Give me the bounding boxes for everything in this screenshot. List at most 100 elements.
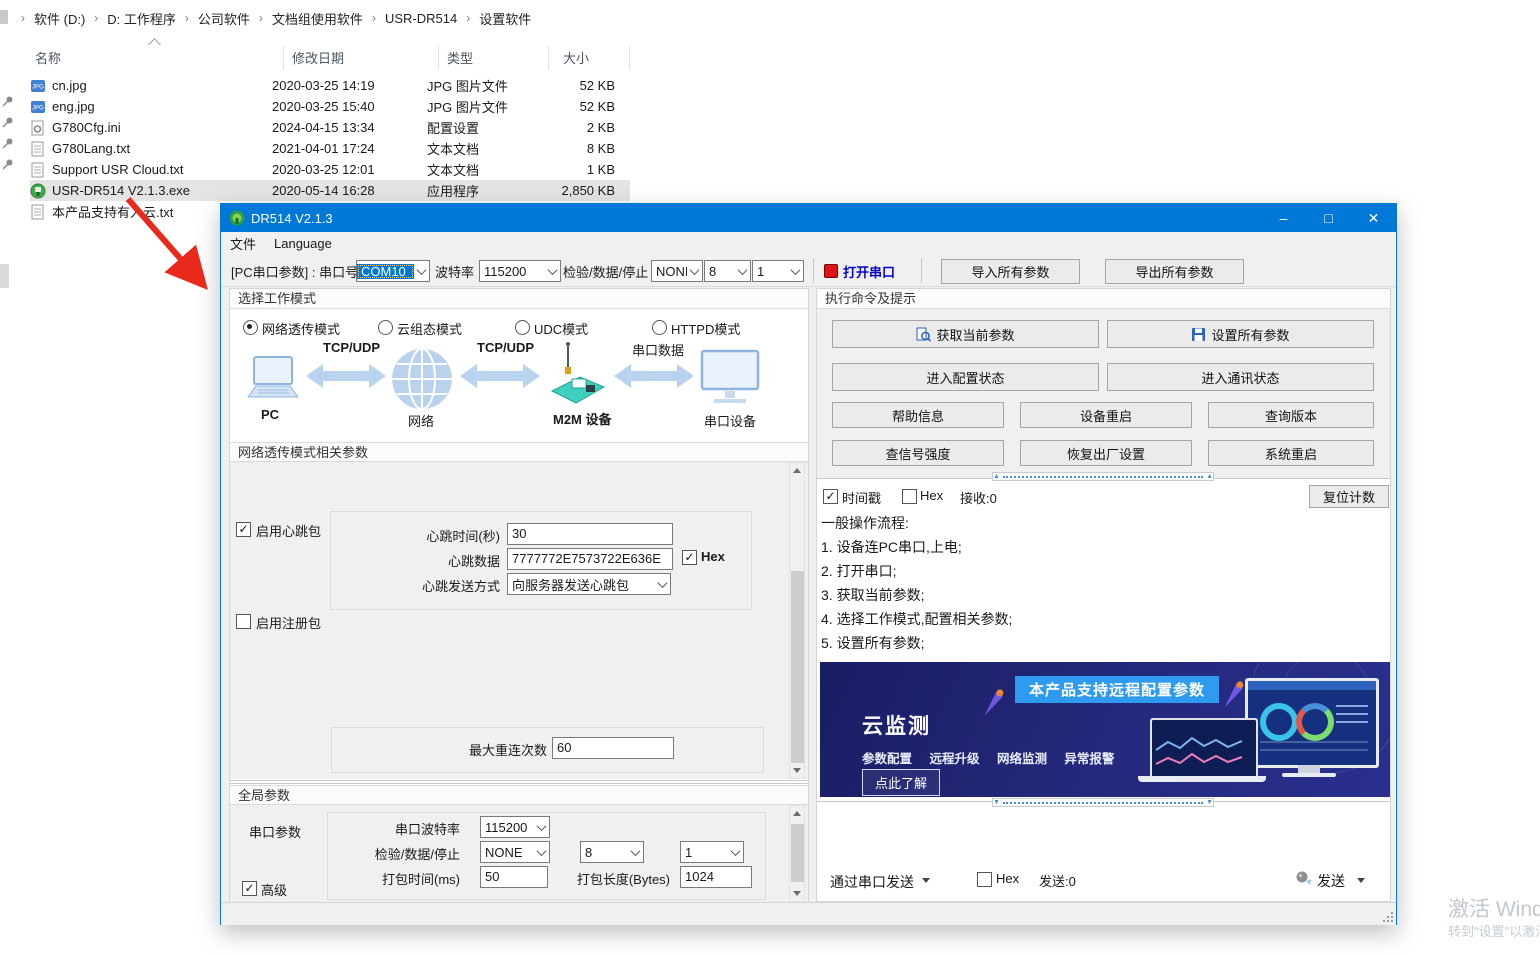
help-info-button[interactable]: 帮助信息: [832, 402, 1004, 428]
get-params-button[interactable]: 获取当前参数: [832, 320, 1099, 348]
device-restart-button[interactable]: 设备重启: [1020, 402, 1192, 428]
splitter-arrow-icon[interactable]: ▲: [1206, 473, 1213, 480]
column-header-name[interactable]: 名称: [35, 48, 61, 67]
hb-time-input[interactable]: 30: [507, 523, 673, 545]
advanced-label[interactable]: 高级: [261, 880, 287, 899]
column-header-date[interactable]: 修改日期: [292, 48, 344, 67]
scroll-up-icon[interactable]: [790, 463, 804, 478]
breadcrumb-item[interactable]: 设置软件: [477, 9, 533, 28]
send-button[interactable]: 发送: [1317, 871, 1345, 891]
column-divider[interactable]: [548, 46, 549, 70]
baud-select[interactable]: 115200: [479, 260, 561, 282]
timestamp-checkbox[interactable]: [823, 489, 838, 504]
breadcrumb-item[interactable]: USR-DR514: [383, 11, 459, 26]
scroll-down-icon[interactable]: [790, 886, 804, 901]
file-row-selected[interactable]: USR-DR514 V2.1.3.exe 2020-05-14 16:28 应用…: [30, 180, 630, 201]
set-params-button[interactable]: 设置所有参数: [1107, 320, 1374, 348]
query-version-button[interactable]: 查询版本: [1208, 402, 1374, 428]
file-row[interactable]: JPG cn.jpg 2020-03-25 14:19 JPG 图片文件 52 …: [30, 75, 630, 96]
radio-udc-mode[interactable]: [515, 320, 530, 335]
globals-scrollbar[interactable]: [789, 805, 805, 902]
pack-time-input[interactable]: 50: [480, 866, 548, 888]
radio-httpd-mode[interactable]: [652, 320, 667, 335]
heartbeat-enable-checkbox[interactable]: [236, 522, 251, 537]
breadcrumb-item[interactable]: 软件 (D:): [32, 9, 87, 28]
resize-grip[interactable]: [1383, 912, 1393, 922]
send-hex-label[interactable]: Hex: [996, 871, 1019, 886]
column-header-type[interactable]: 类型: [447, 48, 473, 67]
hb-data-input[interactable]: 7777772E7573722E636E: [507, 548, 673, 570]
breadcrumb-item[interactable]: 公司软件: [196, 9, 252, 28]
column-divider[interactable]: [629, 46, 630, 70]
cloud-monitor-banner[interactable]: 本产品支持远程配置参数 云监测 参数配置 远程升级 网络监测 异常报警 点此了解: [820, 662, 1390, 797]
close-button[interactable]: ✕: [1351, 204, 1396, 232]
sort-ascending-icon[interactable]: [148, 38, 161, 51]
splitter-arrow-icon[interactable]: ▼: [993, 799, 1000, 806]
scrollbar-thumb[interactable]: [791, 824, 804, 882]
export-params-button[interactable]: 导出所有参数: [1105, 259, 1244, 284]
chevron-down-icon[interactable]: [922, 878, 930, 883]
breadcrumb-item[interactable]: D: 工作程序: [105, 9, 178, 28]
enter-comm-button[interactable]: 进入通讯状态: [1107, 363, 1374, 391]
file-row[interactable]: G780Cfg.ini 2024-04-15 13:34 配置设置 2 KB: [30, 117, 630, 138]
max-reconnect-input[interactable]: 60: [552, 737, 674, 759]
global-baud-select[interactable]: 115200: [480, 816, 550, 838]
column-divider[interactable]: [438, 46, 439, 70]
chevron-down-icon[interactable]: [1357, 878, 1365, 883]
receive-hex-label[interactable]: Hex: [920, 488, 943, 503]
send-hex-checkbox[interactable]: [977, 872, 992, 887]
advanced-checkbox[interactable]: [242, 881, 257, 896]
panel-splitter[interactable]: [230, 783, 808, 784]
stopbits-select[interactable]: 1: [752, 260, 804, 282]
hb-mode-select[interactable]: 向服务器发送心跳包: [507, 573, 671, 595]
column-header-size[interactable]: 大小: [563, 48, 589, 67]
column-divider[interactable]: [283, 46, 284, 70]
banner-cta-button[interactable]: 点此了解: [862, 769, 940, 796]
scroll-up-icon[interactable]: [790, 806, 804, 821]
reset-counter-button[interactable]: 复位计数: [1309, 485, 1389, 508]
splitter-arrow-icon[interactable]: ▼: [1206, 799, 1213, 806]
menu-language[interactable]: Language: [265, 232, 341, 255]
file-row[interactable]: Support USR Cloud.txt 2020-03-25 12:01 文…: [30, 159, 630, 180]
minimize-button[interactable]: –: [1261, 204, 1306, 232]
radio-label[interactable]: HTTPD模式: [671, 319, 740, 338]
radio-label[interactable]: 云组态模式: [397, 319, 462, 338]
splitter-arrow-icon[interactable]: ▲: [993, 473, 1000, 480]
global-stopbits-select[interactable]: 1: [680, 841, 744, 863]
system-restart-button[interactable]: 系统重启: [1208, 440, 1374, 466]
radio-transparent-mode[interactable]: [243, 320, 258, 335]
scroll-down-icon[interactable]: [790, 763, 804, 778]
radio-label[interactable]: 网络透传模式: [262, 319, 340, 338]
factory-reset-button[interactable]: 恢复出厂设置: [1020, 440, 1192, 466]
hb-hex-checkbox[interactable]: [682, 550, 697, 565]
com-port-select[interactable]: COM10: [356, 260, 430, 282]
register-enable-label[interactable]: 启用注册包: [256, 613, 321, 632]
timestamp-label[interactable]: 时间戳: [842, 488, 881, 507]
title-bar[interactable]: DR514 V2.1.3 – □ ✕: [221, 204, 1396, 232]
maximize-button[interactable]: □: [1306, 204, 1351, 232]
register-enable-checkbox[interactable]: [236, 614, 251, 629]
import-params-button[interactable]: 导入所有参数: [941, 259, 1080, 284]
file-row[interactable]: JPG eng.jpg 2020-03-25 15:40 JPG 图片文件 52…: [30, 96, 630, 117]
open-port-button[interactable]: 打开串口: [843, 262, 895, 281]
breadcrumb-item[interactable]: 文档组使用软件: [270, 9, 365, 28]
menu-file[interactable]: 文件: [221, 232, 265, 255]
horizontal-splitter[interactable]: ▼▼: [992, 798, 1214, 807]
heartbeat-enable-label[interactable]: 启用心跳包: [256, 521, 321, 540]
radio-label[interactable]: UDC模式: [534, 319, 588, 338]
global-databits-select[interactable]: 8: [580, 841, 644, 863]
send-via-dropdown[interactable]: 通过串口发送: [830, 872, 914, 892]
horizontal-splitter[interactable]: ▲▲: [992, 472, 1214, 481]
receive-hex-checkbox[interactable]: [902, 489, 917, 504]
databits-select[interactable]: 8: [704, 260, 751, 282]
pack-len-input[interactable]: 1024: [680, 866, 752, 888]
nav-scrollbar-fragment[interactable]: [0, 264, 9, 288]
hb-hex-label[interactable]: Hex: [701, 549, 725, 564]
scrollbar-thumb[interactable]: [791, 571, 804, 763]
net-params-scrollbar[interactable]: [789, 462, 805, 779]
parity-select[interactable]: NONI: [651, 260, 703, 282]
enter-config-button[interactable]: 进入配置状态: [832, 363, 1099, 391]
panel-splitter[interactable]: [230, 780, 808, 781]
radio-cloud-scada-mode[interactable]: [378, 320, 393, 335]
query-signal-button[interactable]: 查信号强度: [832, 440, 1004, 466]
